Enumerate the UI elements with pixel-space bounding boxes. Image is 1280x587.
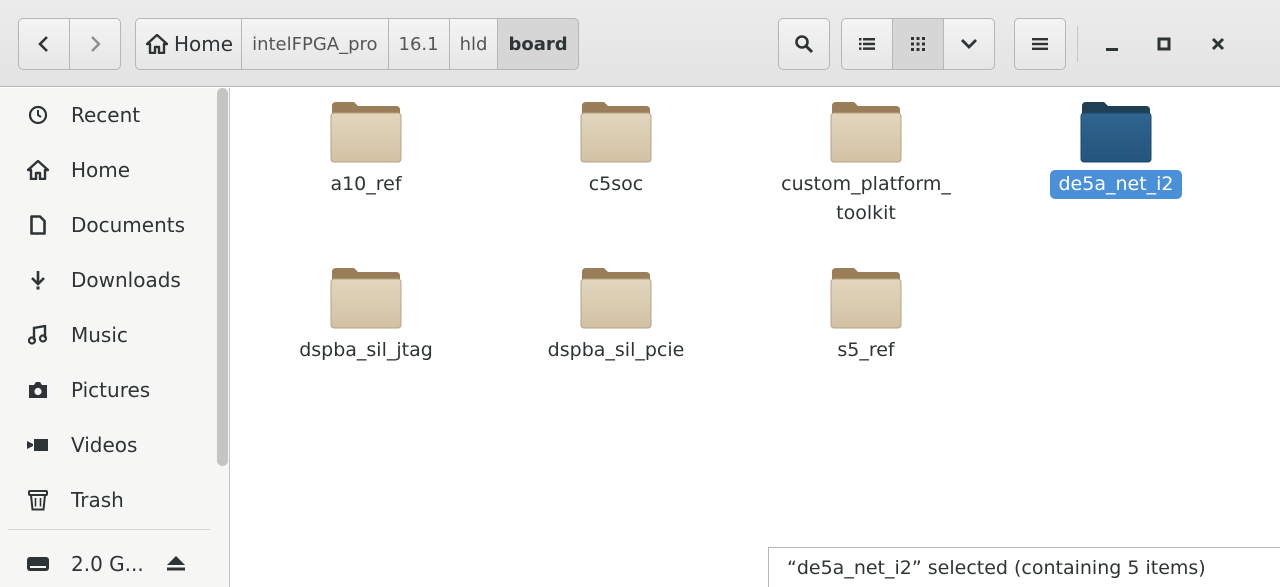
sidebar-item-label: Videos	[71, 433, 138, 457]
folder-icon	[1080, 102, 1152, 163]
grid-view-button[interactable]	[892, 18, 944, 70]
back-button[interactable]	[18, 18, 70, 70]
selection-status: “de5a_net_i2” selected (containing 5 ite…	[768, 547, 1280, 587]
minimize-icon	[1106, 48, 1118, 51]
eject-icon[interactable]	[166, 552, 186, 576]
chevron-down-icon	[961, 39, 977, 49]
sidebar-item-label: Music	[71, 323, 128, 347]
sidebar-item-home[interactable]: Home	[0, 143, 215, 197]
sidebar-item-label: 2.0 G...	[71, 552, 144, 576]
sidebar-item-documents[interactable]: Documents	[0, 198, 215, 252]
sidebar-item-trash[interactable]: Trash	[0, 473, 215, 527]
maximize-icon	[1157, 37, 1171, 51]
drive-icon	[23, 549, 53, 579]
header-separator	[1077, 26, 1078, 62]
maximize-button[interactable]	[1138, 18, 1190, 70]
breadcrumb-board[interactable]: board	[497, 18, 579, 70]
close-icon	[1211, 37, 1225, 51]
folder-icon	[580, 268, 652, 329]
breadcrumb-label: intelFPGA_pro	[252, 33, 378, 55]
list-view-button[interactable]	[841, 18, 893, 70]
breadcrumb: Home intelFPGA_pro 16.1 hld board	[135, 18, 579, 70]
status-text: “de5a_net_i2” selected (containing 5 ite…	[787, 556, 1206, 579]
app-menu-button[interactable]	[1014, 18, 1066, 70]
breadcrumb-version[interactable]: 16.1	[387, 18, 450, 70]
breadcrumb-label: hld	[459, 33, 488, 55]
camera-icon	[23, 375, 53, 405]
sidebar-scrollbar[interactable]	[217, 88, 228, 466]
sidebar-item-videos[interactable]: Videos	[0, 418, 215, 472]
places-sidebar: Recent Home Documents Downloads Music Pi…	[0, 88, 230, 587]
folder-item[interactable]: custom_platform_ toolkit	[766, 100, 966, 228]
breadcrumb-hld[interactable]: hld	[448, 18, 499, 70]
folder-item[interactable]: a10_ref	[266, 100, 466, 199]
music-icon	[23, 320, 53, 350]
download-icon	[23, 265, 53, 295]
breadcrumb-label: board	[508, 33, 568, 55]
close-button[interactable]	[1192, 18, 1244, 70]
folder-name: s5_ref	[837, 339, 895, 361]
video-icon	[23, 430, 53, 460]
list-view-icon	[859, 38, 875, 50]
folder-item-selected[interactable]: de5a_net_i2	[1016, 100, 1216, 199]
breadcrumb-label: 16.1	[398, 33, 439, 55]
folder-icon	[830, 268, 902, 329]
sidebar-item-label: Documents	[71, 213, 186, 237]
sidebar-item-downloads[interactable]: Downloads	[0, 253, 215, 307]
breadcrumb-label: Home	[174, 32, 234, 56]
sidebar-item-label: Pictures	[71, 378, 151, 402]
sidebar-divider	[8, 529, 210, 530]
file-icon-view: a10_ref c5soc custom_platform_ toolkit d…	[231, 88, 1280, 587]
breadcrumb-home[interactable]: Home	[135, 18, 243, 70]
folder-icon	[330, 268, 402, 329]
view-options-button[interactable]	[943, 18, 995, 70]
folder-name: custom_platform_ toolkit	[781, 173, 951, 224]
sidebar-item-label: Recent	[71, 103, 141, 127]
view-mode-group	[841, 18, 995, 70]
clock-icon	[23, 100, 53, 130]
header-bar: Home intelFPGA_pro 16.1 hld board	[0, 0, 1280, 87]
sidebar-item-drive[interactable]: 2.0 G...	[0, 537, 215, 587]
trash-icon	[23, 485, 53, 515]
home-icon	[146, 34, 168, 54]
chevron-left-icon	[38, 36, 48, 52]
folder-icon	[830, 102, 902, 163]
folder-name: c5soc	[588, 173, 644, 195]
search-button[interactable]	[778, 18, 830, 70]
sidebar-item-pictures[interactable]: Pictures	[0, 363, 215, 417]
folder-name: a10_ref	[330, 173, 402, 195]
document-icon	[23, 210, 53, 240]
sidebar-item-music[interactable]: Music	[0, 308, 215, 362]
sidebar-item-label: Trash	[71, 488, 124, 512]
folder-icon	[580, 102, 652, 163]
folder-item[interactable]: dspba_sil_pcie	[516, 266, 716, 365]
home-icon	[23, 155, 53, 185]
folder-name: dspba_sil_jtag	[299, 339, 433, 361]
folder-name: dspba_sil_pcie	[547, 339, 685, 361]
chevron-right-icon	[91, 36, 101, 52]
folder-item[interactable]: s5_ref	[766, 266, 966, 365]
sidebar-item-label: Home	[71, 158, 131, 182]
grid-view-icon	[911, 37, 925, 51]
breadcrumb-intelfpga-pro[interactable]: intelFPGA_pro	[241, 18, 389, 70]
hamburger-menu-icon	[1032, 38, 1048, 50]
forward-button[interactable]	[69, 18, 121, 70]
minimize-button[interactable]	[1086, 18, 1138, 70]
sidebar-item-label: Downloads	[71, 268, 181, 292]
search-icon	[795, 35, 814, 54]
sidebar-item-recent[interactable]: Recent	[0, 88, 215, 142]
folder-item[interactable]: c5soc	[516, 100, 716, 199]
folder-item[interactable]: dspba_sil_jtag	[266, 266, 466, 365]
folder-name: de5a_net_i2	[1050, 170, 1182, 199]
folder-icon	[330, 102, 402, 163]
